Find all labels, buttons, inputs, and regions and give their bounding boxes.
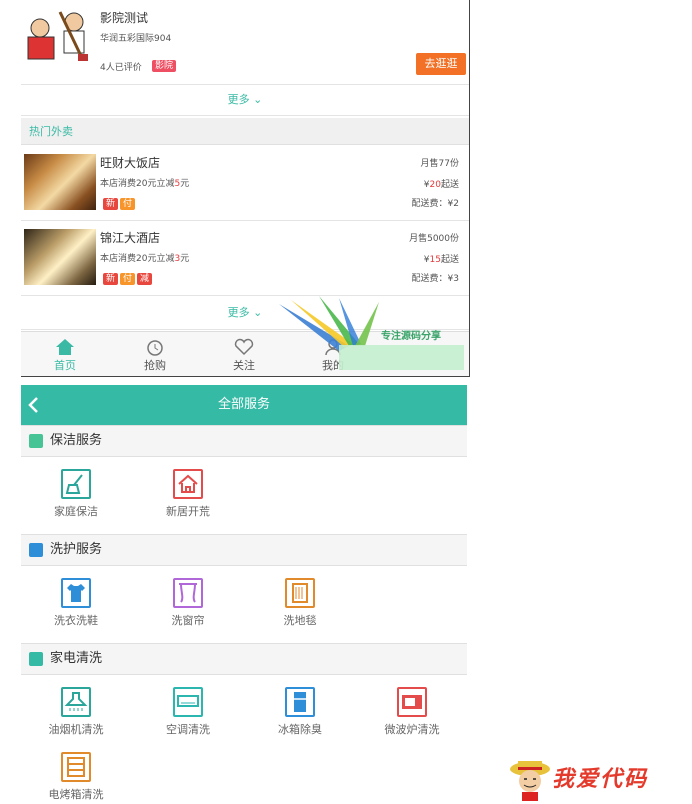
restaurant-name: 锦江大酒店 [100, 231, 161, 245]
services-screen: 全部服务 保洁服务 家庭保洁 新居开荒 洗护服务 洗衣洗鞋 洗窗帘 洗地毯 家电… [21, 385, 467, 804]
restaurant-promo: 本店消费20元立减3元 [100, 254, 190, 264]
restaurant-row[interactable]: 锦江大酒店 本店消费20元立减3元 新付减 月售5000份 ¥15起送 配送费：… [21, 221, 469, 296]
restaurant-min-order: ¥15起送 [423, 255, 459, 265]
restaurant-min-order: ¥20起送 [423, 180, 459, 190]
cartoon-thumbnail [24, 6, 96, 66]
service-range-hood[interactable]: 油烟机清洗 [26, 687, 126, 737]
section-title-takeout: 热门外卖 [21, 118, 469, 145]
service-label: 洗衣洗鞋 [54, 614, 98, 627]
service-new-home-cleaning[interactable]: 新居开荒 [138, 469, 238, 519]
service-microwave[interactable]: 微波炉清洗 [362, 687, 462, 737]
restaurant-photo [24, 229, 96, 285]
service-label: 洗窗帘 [171, 614, 205, 627]
tab-label: 首页 [54, 359, 76, 372]
home-icon [56, 339, 74, 355]
service-oven[interactable]: 电烤箱清洗 [26, 752, 126, 802]
category-header-cleaning: 保洁服务 [21, 425, 467, 457]
category-label: 洗护服务 [50, 542, 103, 557]
alarm-clock-icon [147, 340, 163, 356]
badge-new: 新 [103, 198, 119, 210]
shirt-icon [61, 578, 91, 608]
appliance-category-icon [29, 652, 43, 666]
service-laundry-shoes[interactable]: 洗衣洗鞋 [26, 578, 126, 628]
heart-icon [234, 338, 254, 356]
tab-home[interactable]: 首页 [35, 332, 95, 376]
badge-pay: 付 [120, 273, 136, 285]
shop-name: 影院测试 [100, 11, 149, 25]
page-title: 全部服务 [217, 397, 270, 412]
service-label: 新居开荒 [166, 505, 210, 518]
tab-label: 抢购 [144, 359, 166, 372]
service-curtain-cleaning[interactable]: 洗窗帘 [138, 578, 238, 628]
air-conditioner-icon [173, 687, 203, 717]
broom-icon [61, 469, 91, 499]
more-link-shops[interactable]: 更多 ⌄ [21, 85, 469, 116]
tab-label: 关注 [233, 359, 255, 372]
back-arrow-icon[interactable] [25, 395, 43, 415]
microwave-icon [397, 687, 427, 717]
tab-follow[interactable]: 关注 [214, 332, 274, 376]
shop-review-count: 4人已评价 [100, 63, 142, 73]
house-icon [173, 469, 203, 499]
carpet-icon [285, 578, 315, 608]
more-label: 更多 [227, 306, 250, 319]
restaurant-delivery-fee: 配送费：¥2 [411, 199, 459, 209]
shop-address: 华润五彩国际904 [100, 34, 172, 44]
shop-category-badge: 影院 [152, 60, 177, 72]
chevron-down-icon: ⌄ [253, 93, 263, 106]
service-label: 油烟机清洗 [48, 723, 104, 736]
restaurant-badges: 新付 [103, 195, 137, 210]
badge-discount: 减 [137, 273, 153, 285]
go-shop-button[interactable]: 去逛逛 [416, 53, 466, 75]
shop-card[interactable]: 影院测试 华润五彩国际904 4人已评价 影院 去逛逛 [21, 0, 469, 85]
restaurant-delivery-fee: 配送费：¥3 [411, 274, 459, 284]
service-label: 冰箱除臭 [278, 723, 322, 736]
watermark-blur [339, 345, 464, 370]
service-carpet-cleaning[interactable]: 洗地毯 [250, 578, 350, 628]
restaurant-promo: 本店消费20元立减5元 [100, 179, 190, 189]
services-header: 全部服务 [21, 385, 467, 425]
category-header-appliance: 家电清洗 [21, 643, 467, 675]
laundry-category-icon [29, 543, 43, 557]
watermark-text: 专注源码分享 [381, 331, 441, 342]
category-header-laundry: 洗护服务 [21, 534, 467, 566]
service-fridge[interactable]: 冰箱除臭 [250, 687, 350, 737]
badge-new: 新 [103, 273, 119, 285]
service-label: 家庭保洁 [54, 505, 98, 518]
oven-icon [61, 752, 91, 782]
chevron-down-icon: ⌄ [253, 306, 263, 319]
watermark-text: 我爱代码 [552, 767, 649, 792]
service-home-cleaning[interactable]: 家庭保洁 [26, 469, 126, 519]
restaurant-sales: 月售5000份 [409, 234, 459, 244]
broom-category-icon [29, 434, 43, 448]
service-label: 微波炉清洗 [384, 723, 440, 736]
service-label: 空调清洗 [166, 723, 210, 736]
top-phone-screen: 影院测试 华润五彩国际904 4人已评价 影院 去逛逛 更多 ⌄ 热门外卖 旺财… [21, 0, 470, 377]
fridge-icon [285, 687, 315, 717]
restaurant-badges: 新付减 [103, 270, 154, 285]
more-label: 更多 [227, 93, 250, 106]
category-label: 保洁服务 [50, 433, 103, 448]
service-air-conditioner[interactable]: 空调清洗 [138, 687, 238, 737]
restaurant-row[interactable]: 旺财大饭店 本店消费20元立减5元 新付 月售77份 ¥20起送 配送费：¥2 [21, 146, 469, 221]
category-label: 家电清洗 [50, 651, 103, 666]
range-hood-icon [61, 687, 91, 717]
restaurant-sales: 月售77份 [420, 159, 459, 169]
badge-pay: 付 [120, 198, 136, 210]
curtain-icon [173, 578, 203, 608]
service-label: 电烤箱清洗 [48, 788, 104, 801]
restaurant-name: 旺财大饭店 [100, 156, 161, 170]
restaurant-photo [24, 154, 96, 210]
service-label: 洗地毯 [283, 614, 317, 627]
tab-flash-sale[interactable]: 抢购 [125, 332, 185, 376]
